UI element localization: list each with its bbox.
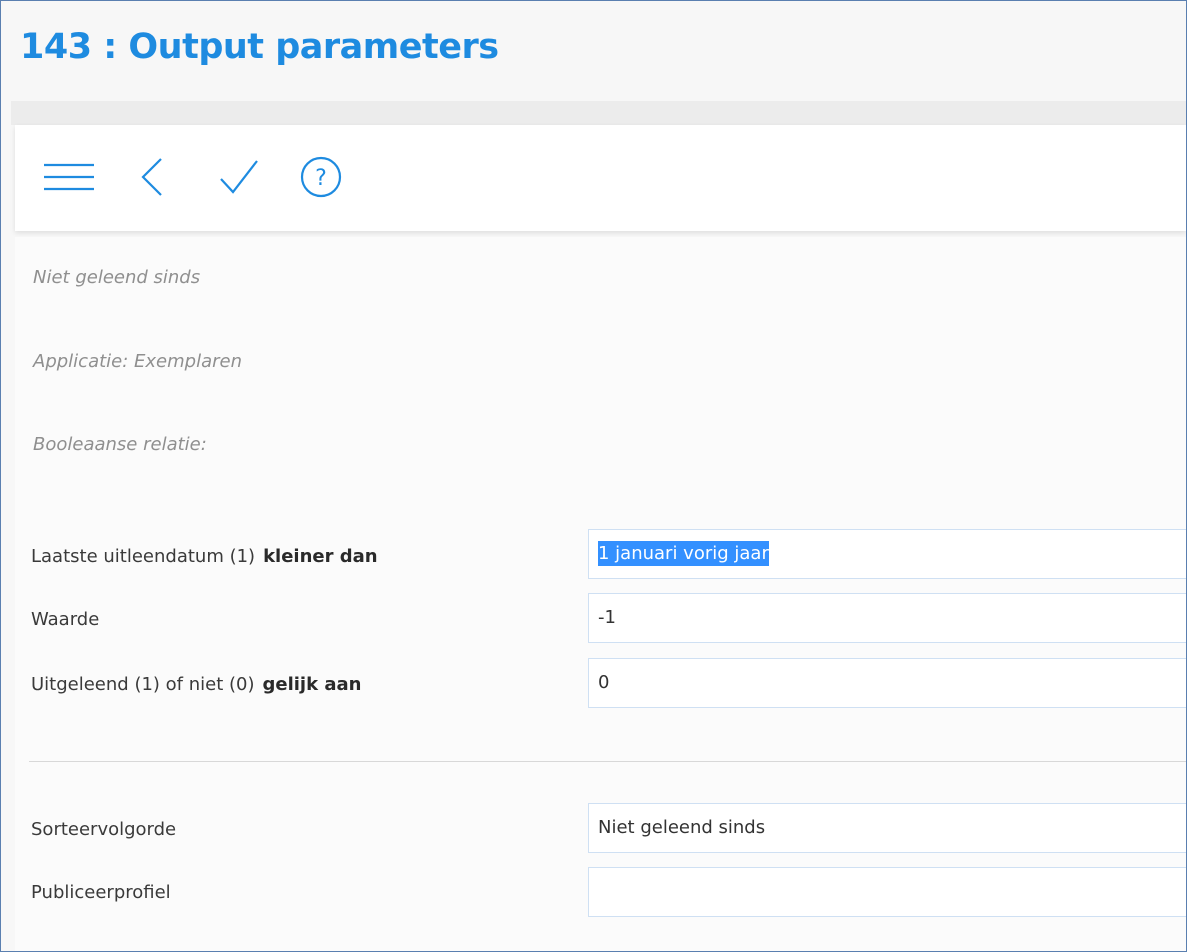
toolbar: ? (15, 125, 1186, 231)
back-button[interactable] (127, 151, 183, 203)
help-button[interactable]: ? (293, 151, 349, 203)
title-bar: 143 : Output parameters (2, 1, 1186, 101)
sort-order-input[interactable]: Niet geleend sinds (588, 803, 1186, 853)
window-frame: 143 : Output parameters ? Niet geleend s… (0, 0, 1187, 952)
boolean-relation-info: Booleaanse relatie: (33, 434, 207, 455)
parameters-panel: Niet geleend sinds Applicatie: Exemplare… (15, 237, 1186, 951)
title-separator (11, 101, 1186, 125)
condition-field: Waarde (31, 609, 100, 630)
publish-profile-input[interactable] (588, 867, 1186, 917)
condition-field: Laatste uitleendatum (1) (31, 546, 256, 567)
loaned-status-input[interactable]: 0 (588, 658, 1186, 708)
menu-button[interactable] (41, 151, 97, 203)
selected-text: 1 januari vorig jaar (598, 541, 769, 566)
condition-label-loaned: Uitgeleend (1) of niet (0) gelijk aan (31, 674, 361, 695)
query-name: Niet geleend sinds (33, 267, 201, 288)
value-input[interactable]: -1 (588, 593, 1186, 643)
condition-operator: gelijk aan (262, 674, 362, 695)
hamburger-menu-icon (44, 163, 94, 191)
section-divider (29, 761, 1186, 762)
condition-label-last-loan-date: Laatste uitleendatum (1) kleiner dan (31, 546, 378, 567)
condition-label-value: Waarde (31, 609, 99, 630)
sort-order-label: Sorteervolgorde (31, 819, 177, 840)
question-circle-icon: ? (300, 156, 342, 198)
confirm-button[interactable] (211, 151, 267, 203)
chevron-left-icon (141, 158, 162, 196)
page-title: 143 : Output parameters (20, 27, 499, 67)
condition-field: Uitgeleend (1) of niet (0) (31, 674, 255, 695)
application-info: Applicatie: Exemplaren (33, 351, 242, 372)
checkmark-icon (220, 160, 258, 194)
svg-text:?: ? (315, 166, 327, 191)
last-loan-date-input[interactable]: 1 januari vorig jaar (588, 529, 1186, 579)
condition-operator: kleiner dan (263, 546, 378, 567)
publish-profile-label: Publiceerprofiel (31, 882, 171, 903)
